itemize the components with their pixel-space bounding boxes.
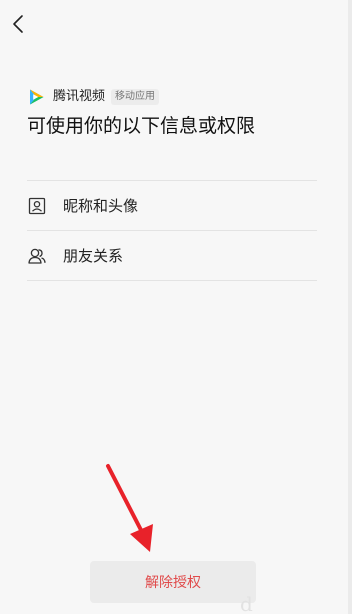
divider — [27, 280, 317, 281]
annotation-arrow-icon — [106, 464, 153, 552]
watermark-fragment: d — [240, 592, 253, 614]
app-info-row: 腾讯视频 移动应用 — [27, 87, 160, 107]
permission-item-friends: 朋友关系 — [27, 232, 317, 280]
tencent-video-logo-icon — [30, 89, 44, 105]
friends-icon — [28, 248, 46, 264]
divider — [27, 180, 317, 181]
authorization-screen: 腾讯视频 移动应用 可使用你的以下信息或权限 昵称和头像 朋友关系 解除授权 d — [0, 0, 352, 614]
back-button[interactable] — [6, 12, 30, 36]
page-title: 可使用你的以下信息或权限 — [27, 115, 256, 137]
divider — [27, 230, 317, 231]
permission-label: 朋友关系 — [63, 247, 124, 265]
chevron-left-icon — [13, 15, 23, 33]
permission-item-profile: 昵称和头像 — [27, 182, 317, 230]
profile-card-icon — [28, 197, 46, 215]
edge-divider — [348, 0, 352, 614]
app-name: 腾讯视频 — [53, 89, 106, 104]
revoke-authorization-button[interactable]: 解除授权 — [90, 561, 256, 603]
permission-label: 昵称和头像 — [63, 197, 139, 215]
app-type-badge: 移动应用 — [111, 89, 160, 105]
